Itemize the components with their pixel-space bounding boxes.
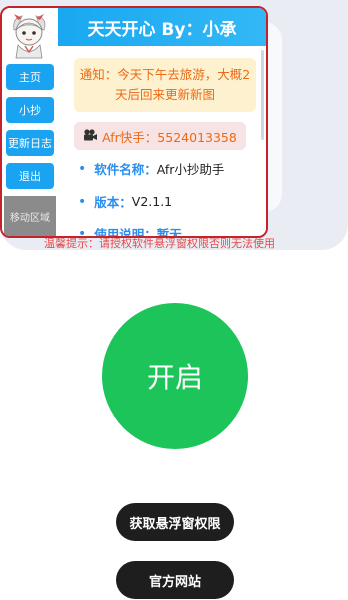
- get-overlay-permission-button[interactable]: 获取悬浮窗权限: [116, 503, 234, 541]
- start-button[interactable]: 开启: [102, 303, 248, 449]
- main-panel: 天天开心 By：小承 通知：今天下午去旅游，大概2天后回来更新新图 Afr快手：…: [58, 8, 266, 236]
- info-value: Afr小抄助手: [156, 162, 225, 177]
- bullet-icon: •: [78, 160, 87, 177]
- sidebar-item-exit[interactable]: 退出: [6, 163, 54, 189]
- info-key: 版本：: [94, 195, 132, 210]
- sidebar-item-changelog[interactable]: 更新日志: [6, 130, 54, 156]
- floating-window[interactable]: 主页 小抄 更新日志 退出 移动区域 天天开心 By：小承 通知：今天下午去旅游…: [0, 6, 268, 238]
- move-handle[interactable]: 移动区域: [4, 196, 56, 236]
- sidebar: 主页 小抄 更新日志 退出 移动区域: [2, 8, 58, 236]
- official-website-button[interactable]: 官方网站: [116, 561, 234, 599]
- scrollbar[interactable]: [261, 50, 264, 140]
- avatar: [8, 12, 50, 60]
- window-title: 天天开心 By：小承: [58, 8, 266, 46]
- info-key: 软件名称：: [94, 162, 157, 177]
- sidebar-item-notes[interactable]: 小抄: [6, 97, 54, 123]
- bullet-icon: •: [78, 193, 87, 210]
- info-value: V2.1.1: [131, 194, 173, 209]
- contact-text: Afr快手：5524013358: [102, 129, 237, 145]
- notice-banner: 通知：今天下午去旅游，大概2天后回来更新新图: [74, 58, 256, 112]
- info-row-version: • 版本： V2.1.1: [78, 192, 172, 211]
- contact-badge: Afr快手：5524013358: [74, 122, 246, 150]
- sidebar-item-home[interactable]: 主页: [6, 64, 54, 90]
- info-row-app-name: • 软件名称： Afr小抄助手: [78, 159, 224, 178]
- permission-tip: 温馨提示：请授权软件悬浮窗权限否则无法使用: [44, 237, 275, 250]
- video-camera-icon: [83, 128, 98, 144]
